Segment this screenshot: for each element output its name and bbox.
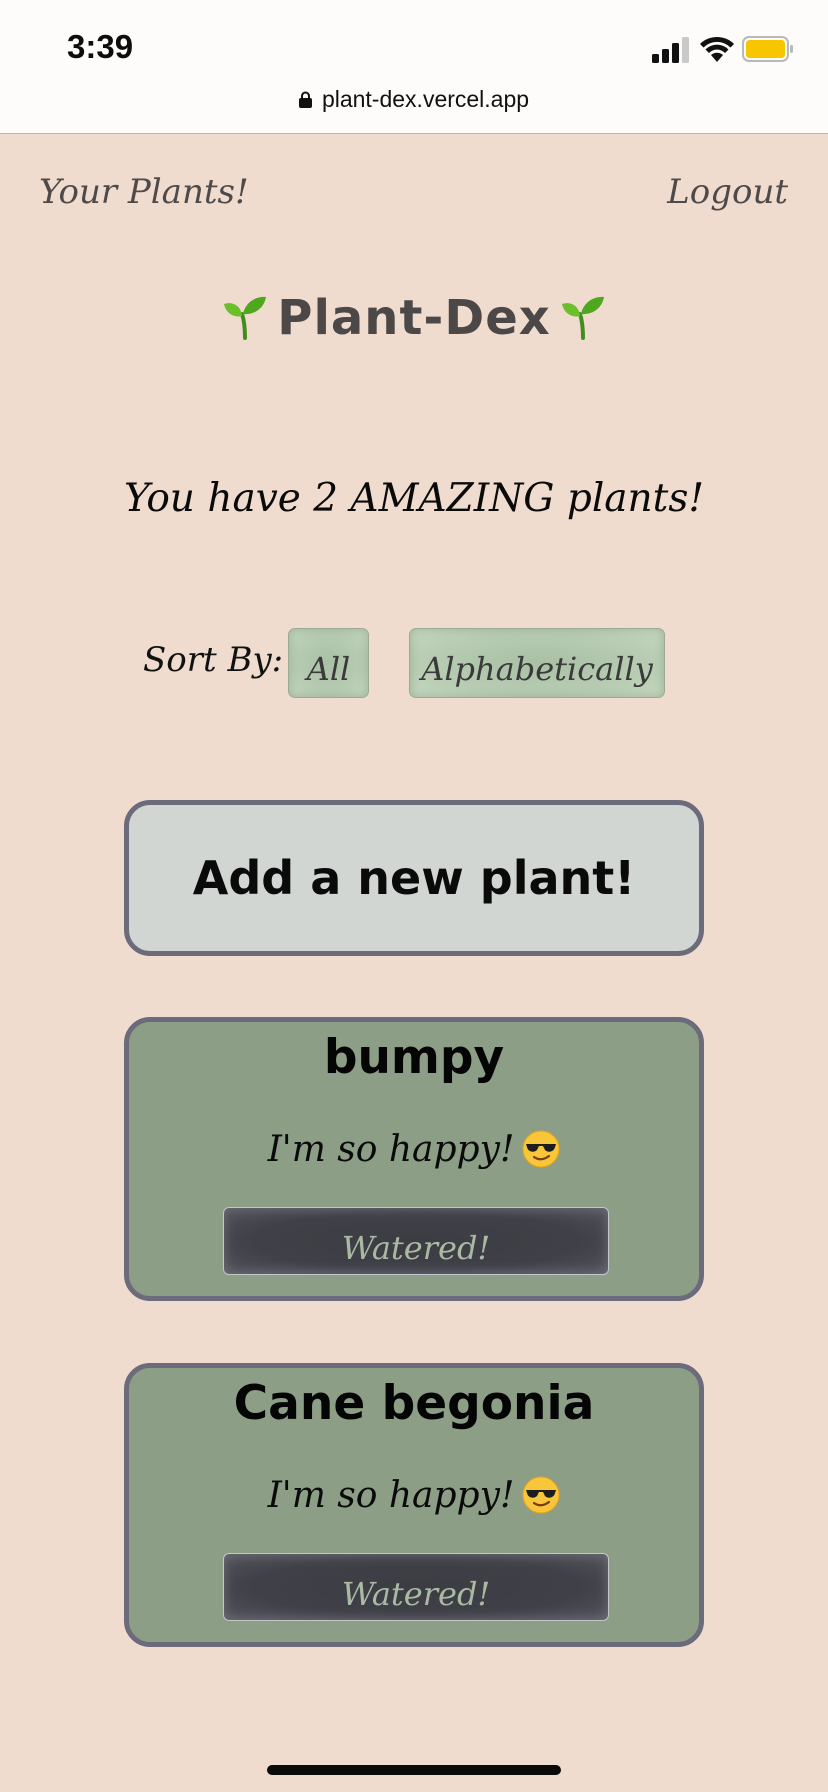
plant-count-text: You have 2 AMAZING plants! bbox=[123, 476, 705, 521]
battery-icon bbox=[742, 36, 793, 62]
plant-mood: I'm so happy! bbox=[129, 1475, 699, 1516]
page-title-text: Plant-Dex bbox=[277, 290, 551, 346]
watered-button[interactable]: Watered! bbox=[223, 1207, 609, 1275]
lock-icon bbox=[298, 91, 312, 108]
status-time: 3:39 bbox=[67, 28, 134, 65]
plant-name: bumpy bbox=[323, 1030, 505, 1085]
sort-label: Sort By: bbox=[143, 640, 284, 680]
plant-mood: I'm so happy! bbox=[129, 1129, 699, 1170]
url-bar[interactable]: plant-dex.vercel.app bbox=[0, 86, 828, 113]
plant-name: Cane begonia bbox=[233, 1376, 595, 1431]
sort-alphabetically-button[interactable]: Alphabetically bbox=[409, 628, 665, 698]
sprout-icon bbox=[561, 296, 604, 340]
page-title: Plant-Dex bbox=[0, 290, 828, 346]
sunglasses-emoji-icon bbox=[522, 1130, 560, 1168]
signal-icon bbox=[652, 37, 689, 63]
sort-all-button[interactable]: All bbox=[288, 628, 369, 698]
home-indicator[interactable] bbox=[267, 1765, 561, 1775]
plant-mood-text: I'm so happy! bbox=[267, 1475, 515, 1516]
sunglasses-emoji-icon bbox=[522, 1476, 560, 1514]
status-bar: 3:39 plant-dex.vercel.app bbox=[0, 0, 828, 134]
url-text: plant-dex.vercel.app bbox=[321, 86, 530, 112]
plant-mood-text: I'm so happy! bbox=[267, 1129, 515, 1170]
nav-your-plants-link[interactable]: Your Plants! bbox=[39, 172, 249, 212]
wifi-icon bbox=[700, 36, 734, 62]
sprout-icon bbox=[224, 296, 267, 340]
plant-card: Cane begonia I'm so happy! Watered! bbox=[124, 1363, 704, 1647]
watered-button[interactable]: Watered! bbox=[223, 1553, 609, 1621]
nav-logout-link[interactable]: Logout bbox=[667, 172, 788, 212]
plant-card: bumpy I'm so happy! Watered! bbox=[124, 1017, 704, 1301]
add-plant-button[interactable]: Add a new plant! bbox=[124, 800, 704, 956]
